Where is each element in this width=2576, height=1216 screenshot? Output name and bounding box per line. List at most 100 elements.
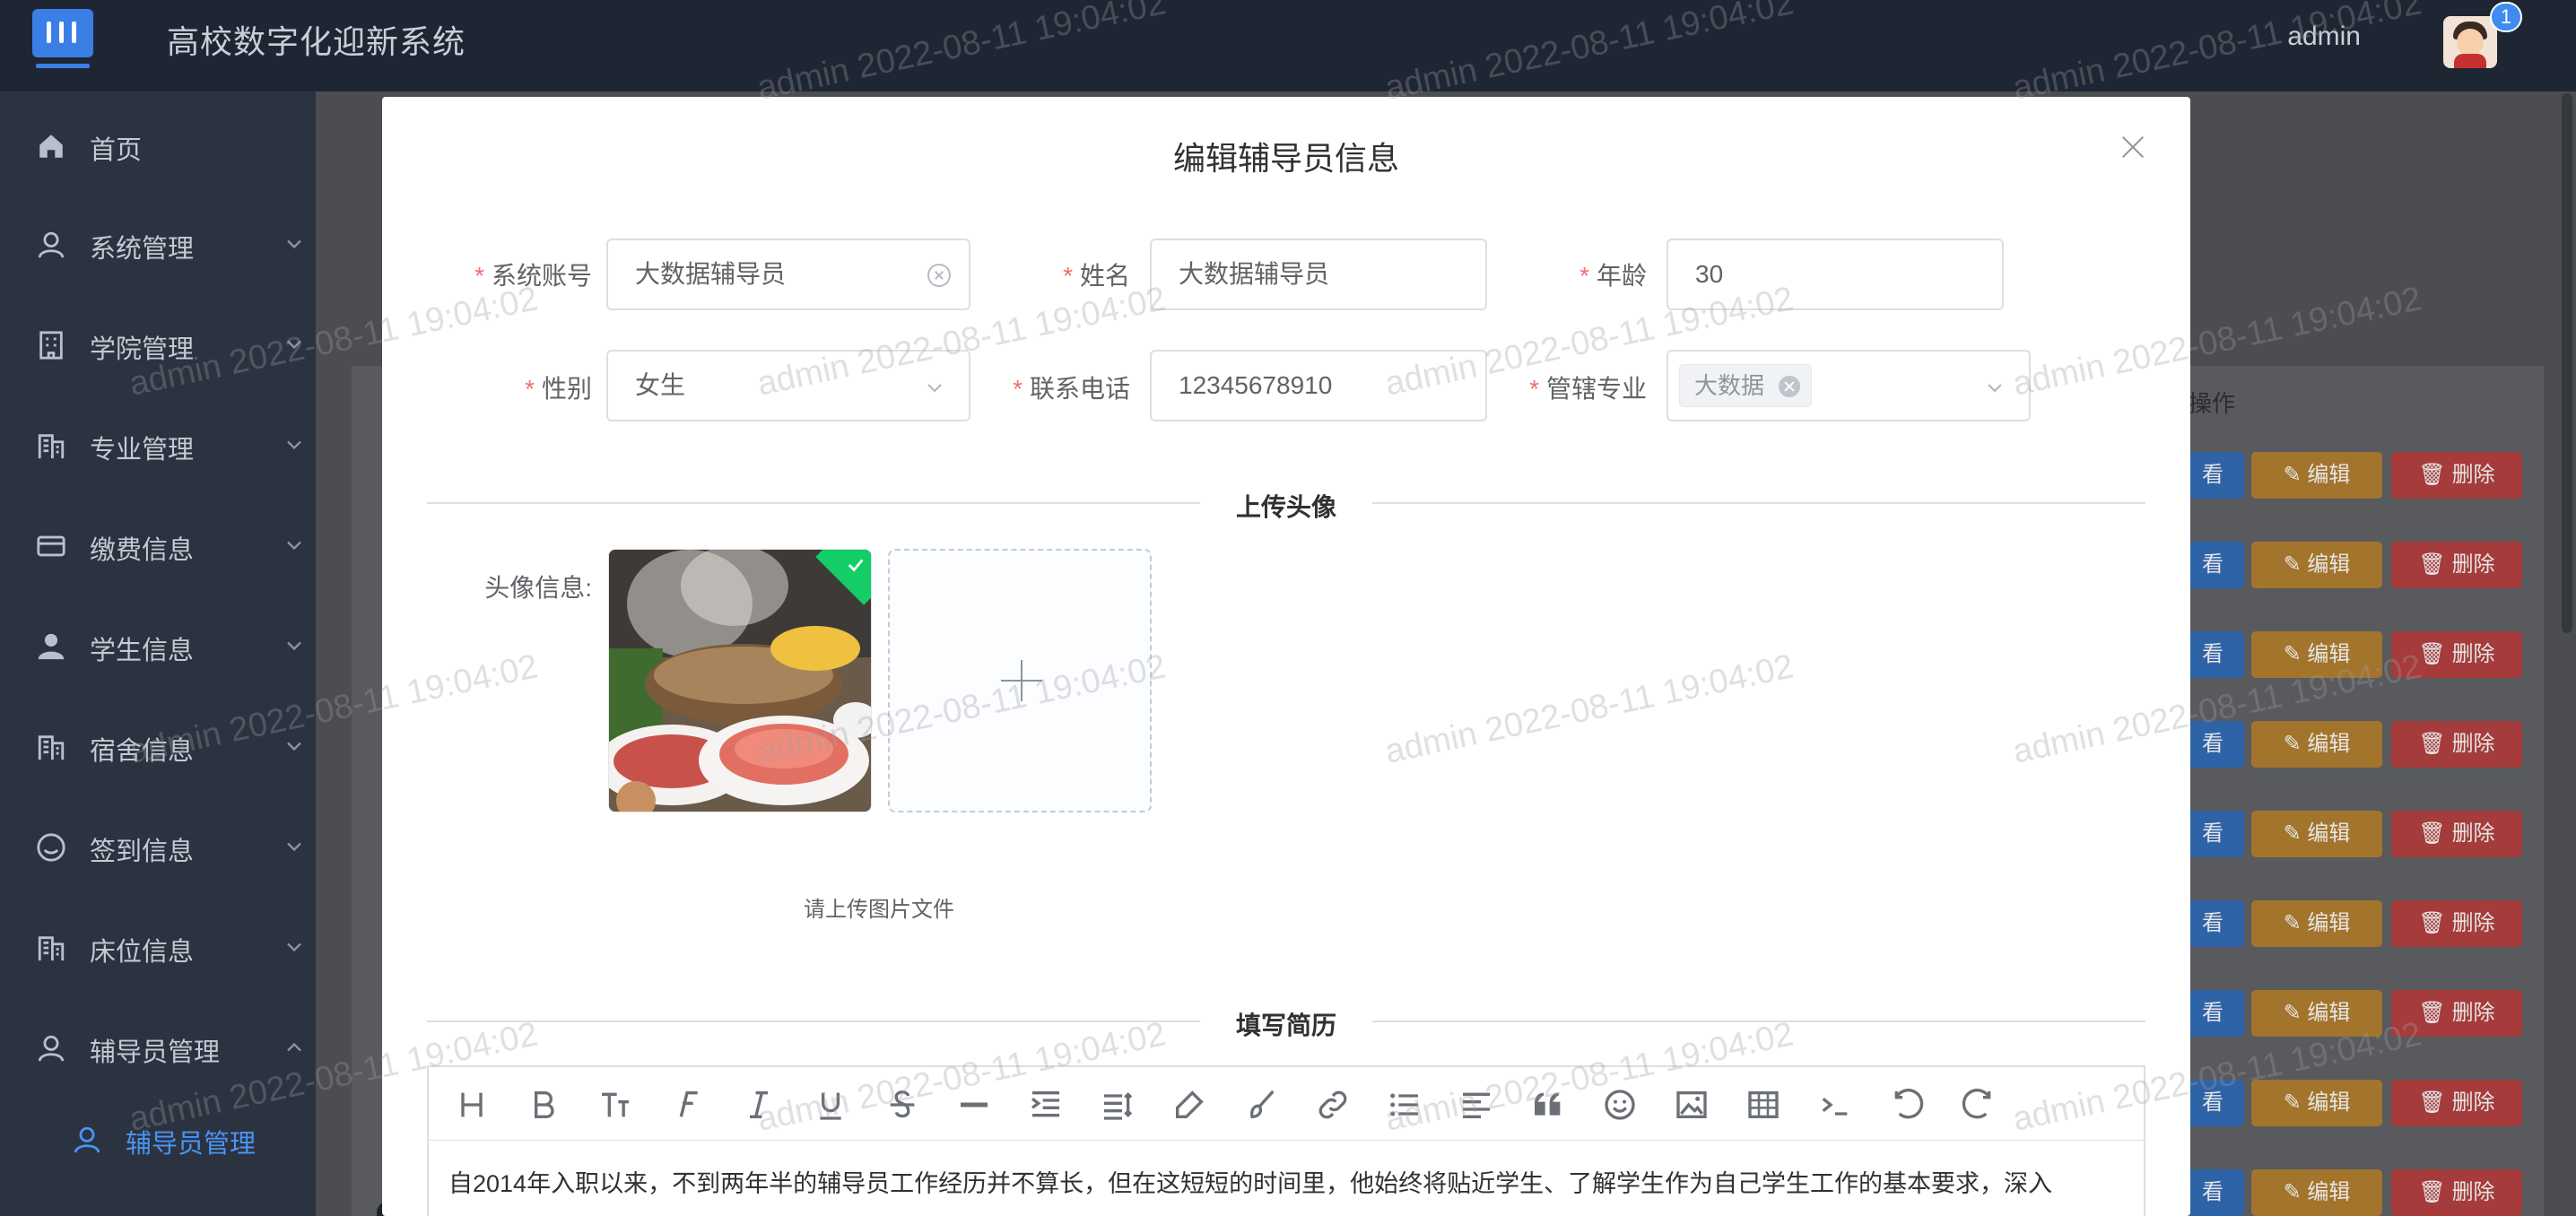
delete-button[interactable]: 🗑 删除 <box>2391 990 2522 1037</box>
building-icon <box>36 330 66 360</box>
notification-badge[interactable]: 1 <box>2490 2 2522 32</box>
name-label: *姓名 <box>1010 256 1130 292</box>
emoji-icon[interactable] <box>1602 1087 1638 1123</box>
chevron-down-icon <box>282 432 307 457</box>
sidebar-item-payment[interactable]: 缴费信息 <box>0 509 316 581</box>
editor-toolbar <box>427 1065 2145 1141</box>
table-header-operation: 操作 <box>2189 386 2235 419</box>
link-icon[interactable] <box>1315 1087 1351 1123</box>
name-input[interactable]: 大数据辅导员 <box>1150 239 1487 310</box>
phone-input[interactable]: 12345678910 <box>1150 350 1487 421</box>
view-button[interactable]: 看 <box>2181 452 2244 499</box>
chevron-down-icon <box>282 332 307 357</box>
editor-content[interactable]: 自2014年入职以来，不到两年半的辅导员工作经历并不算长，但在这短短的时间里，他… <box>448 1164 2052 1199</box>
edit-counselor-dialog: 编辑辅导员信息 *系统账号 大数据辅导员 *姓名 大数据辅导员 *年龄 30 *… <box>382 97 2190 1216</box>
image-icon[interactable] <box>1674 1087 1710 1123</box>
indent-icon[interactable] <box>1028 1087 1064 1123</box>
sidebar-item-label: 系统管理 <box>90 228 194 265</box>
edit-button[interactable]: ✎ 编辑 <box>2251 631 2382 678</box>
view-button[interactable]: 看 <box>2181 990 2244 1037</box>
view-button[interactable]: 看 <box>2181 811 2244 857</box>
delete-button[interactable]: 🗑 删除 <box>2391 900 2522 947</box>
quote-icon[interactable] <box>1530 1087 1566 1123</box>
major-label: *管辖专业 <box>1494 369 1647 405</box>
font-color-icon[interactable] <box>1171 1087 1207 1123</box>
avatar-photo[interactable] <box>608 549 872 812</box>
delete-button[interactable]: 🗑 删除 <box>2391 721 2522 768</box>
sidebar-item-student[interactable]: 学生信息 <box>0 610 316 682</box>
heading-icon[interactable] <box>454 1087 490 1123</box>
close-icon[interactable] <box>2119 133 2147 161</box>
table-icon[interactable] <box>1745 1087 1781 1123</box>
sidebar-item-dorm[interactable]: 宿舍信息 <box>0 710 316 782</box>
strikethrough-icon[interactable] <box>884 1087 920 1123</box>
view-button[interactable]: 看 <box>2181 1080 2244 1126</box>
underline-icon[interactable] <box>813 1087 849 1123</box>
view-button[interactable]: 看 <box>2181 631 2244 678</box>
sidebar-item-home[interactable]: 首页 <box>0 109 316 181</box>
sidebar-item-label: 签到信息 <box>90 830 194 868</box>
sidebar-item-college[interactable]: 学院管理 <box>0 308 316 380</box>
clear-icon[interactable] <box>927 264 951 287</box>
sidebar-item-bed[interactable]: 床位信息 <box>0 911 316 983</box>
list-icon[interactable] <box>1387 1087 1423 1123</box>
user-icon <box>36 230 66 260</box>
dialog-title: 编辑辅导员信息 <box>382 133 2190 179</box>
sidebar-item-system[interactable]: 系统管理 <box>0 208 316 280</box>
sidebar-subitem-counselor-manage[interactable]: 辅导员管理 <box>0 1103 316 1175</box>
account-input[interactable]: 大数据辅导员 <box>606 239 970 310</box>
resume-section-title: 填写简历 <box>382 1006 2190 1042</box>
edit-button[interactable]: ✎ 编辑 <box>2251 990 2382 1037</box>
office-icon <box>36 732 66 762</box>
view-button[interactable]: 看 <box>2181 900 2244 947</box>
view-button[interactable]: 看 <box>2181 721 2244 768</box>
smile-icon <box>36 832 66 863</box>
font-size-icon[interactable] <box>597 1087 633 1123</box>
delete-button[interactable]: 🗑 删除 <box>2391 631 2522 678</box>
chevron-down-icon <box>282 934 307 960</box>
avatar[interactable] <box>2443 16 2497 68</box>
plus-icon <box>1001 660 1042 701</box>
sidebar-item-counselor[interactable]: 辅导员管理 <box>0 1012 316 1083</box>
code-icon[interactable] <box>1817 1087 1853 1123</box>
view-button[interactable]: 看 <box>2181 1169 2244 1216</box>
background-color-icon[interactable] <box>1243 1087 1279 1123</box>
edit-button[interactable]: ✎ 编辑 <box>2251 1080 2382 1126</box>
major-select[interactable]: 大数据 <box>1667 350 2031 421</box>
gender-select[interactable]: 女生 <box>606 350 970 421</box>
sidebar-item-checkin[interactable]: 签到信息 <box>0 811 316 882</box>
age-input[interactable]: 30 <box>1667 239 2004 310</box>
view-button[interactable]: 看 <box>2181 542 2244 588</box>
sidebar-item-label: 首页 <box>90 129 142 167</box>
resume-editor[interactable]: 自2014年入职以来，不到两年半的辅导员工作经历并不算长，但在这短短的时间里，他… <box>427 1141 2145 1216</box>
logo-icon <box>32 9 93 57</box>
page-scrollbar[interactable] <box>2562 93 2572 633</box>
chevron-down-icon <box>1984 377 2006 398</box>
edit-button[interactable]: ✎ 编辑 <box>2251 542 2382 588</box>
undo-icon[interactable] <box>1889 1087 1925 1123</box>
redo-icon[interactable] <box>1961 1087 1997 1123</box>
font-family-icon[interactable] <box>669 1087 705 1123</box>
delete-button[interactable]: 🗑 删除 <box>2391 1169 2522 1216</box>
delete-button[interactable]: 🗑 删除 <box>2391 542 2522 588</box>
align-icon[interactable] <box>1458 1087 1494 1123</box>
user-icon <box>36 1033 66 1064</box>
upload-button[interactable] <box>888 549 1152 812</box>
line-height-icon[interactable] <box>1100 1087 1136 1123</box>
edit-button[interactable]: ✎ 编辑 <box>2251 900 2382 947</box>
bold-icon[interactable] <box>526 1087 561 1123</box>
delete-button[interactable]: 🗑 删除 <box>2391 452 2522 499</box>
edit-button[interactable]: ✎ 编辑 <box>2251 1169 2382 1216</box>
user-name[interactable]: admin <box>2287 22 2361 52</box>
delete-button[interactable]: 🗑 删除 <box>2391 811 2522 857</box>
tag-close-icon[interactable] <box>1779 376 1800 397</box>
edit-button[interactable]: ✎ 编辑 <box>2251 811 2382 857</box>
edit-button[interactable]: ✎ 编辑 <box>2251 452 2382 499</box>
horizontal-rule-icon[interactable] <box>956 1087 992 1123</box>
app-title: 高校数字化迎新系统 <box>167 16 466 63</box>
italic-icon[interactable] <box>741 1087 777 1123</box>
sidebar-item-major[interactable]: 专业管理 <box>0 409 316 481</box>
delete-button[interactable]: 🗑 删除 <box>2391 1080 2522 1126</box>
upload-section-title: 上传头像 <box>382 488 2190 524</box>
edit-button[interactable]: ✎ 编辑 <box>2251 721 2382 768</box>
